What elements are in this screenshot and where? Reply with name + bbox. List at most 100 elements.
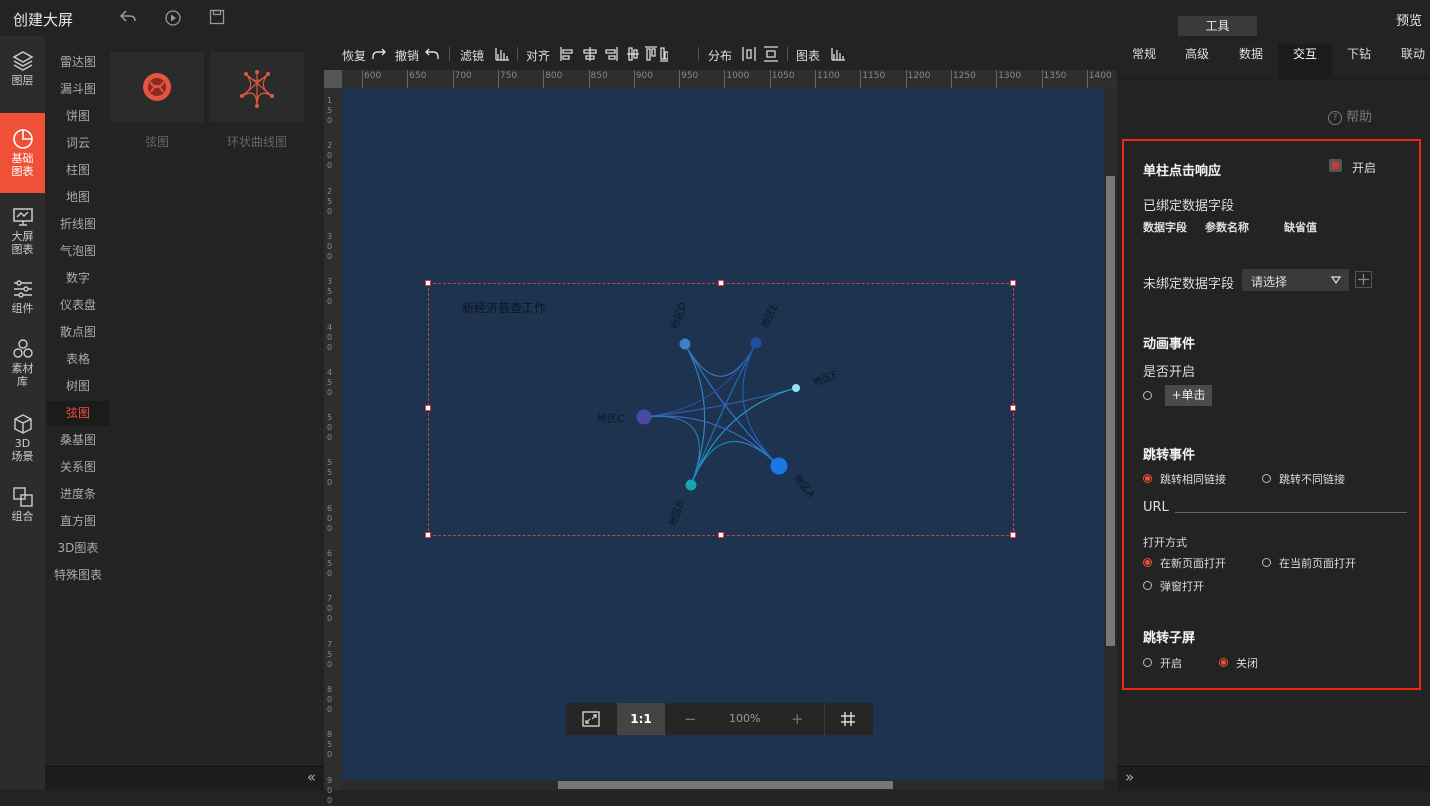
zoom-out-button[interactable]: −: [684, 710, 697, 728]
category-item[interactable]: 词云: [47, 131, 109, 156]
ruler-tick: 950: [681, 71, 699, 81]
tool-tab[interactable]: 工具: [1178, 16, 1257, 36]
align-button[interactable]: 对齐: [526, 47, 550, 64]
chord-diagram: 地区D 地区E 地区F 地区C 地区B 地区A: [597, 300, 839, 528]
rail-components[interactable]: 组件: [0, 278, 45, 315]
cube-icon: [13, 414, 32, 434]
panel-tab[interactable]: 高级: [1170, 44, 1224, 78]
category-item[interactable]: 进度条: [47, 482, 109, 507]
category-item[interactable]: 弦图: [47, 401, 109, 426]
undo-icon[interactable]: [424, 46, 440, 62]
sliders-icon: [13, 280, 32, 298]
category-item[interactable]: 气泡图: [47, 239, 109, 264]
ring-curve-thumbnail[interactable]: [210, 52, 304, 122]
rail-combine[interactable]: 组合: [0, 486, 45, 523]
chord-chart-widget[interactable]: 新经济普查工作 地区D 地区E 地区F 地区C 地区B 地区A: [425, 280, 1016, 538]
collapse-left-icon[interactable]: «: [307, 768, 316, 786]
ruler-tick: 1350: [1043, 71, 1067, 81]
rail-materials[interactable]: 素材库: [0, 338, 45, 388]
category-item[interactable]: 直方图: [47, 509, 109, 534]
category-item[interactable]: 仪表盘: [47, 293, 109, 318]
open-popup-radio[interactable]: [1143, 581, 1152, 590]
redo-icon[interactable]: [371, 46, 387, 62]
rail-basic-charts[interactable]: 基础图表: [0, 113, 45, 193]
play-icon[interactable]: [164, 9, 184, 27]
animation-radio[interactable]: [1143, 391, 1152, 400]
add-click-button[interactable]: +单击: [1165, 385, 1212, 406]
url-label: URL: [1143, 500, 1169, 515]
node-label: 地区A: [791, 472, 818, 501]
chord-thumbnail[interactable]: [110, 52, 204, 122]
rail-label: 大屏图表: [11, 230, 34, 256]
left-rail: 图层 基础图表 大屏图表 组件 素材库 3D场景 组合: [0, 36, 45, 790]
category-item[interactable]: 特殊图表: [47, 563, 109, 588]
redo-button[interactable]: 恢复: [342, 47, 366, 64]
grid-icon[interactable]: [841, 712, 855, 726]
filter-button[interactable]: 滤镜: [460, 47, 484, 64]
help-icon: ?: [1328, 110, 1342, 125]
panel-tab[interactable]: 联动: [1386, 44, 1430, 78]
horizontal-scroll-thumb[interactable]: [558, 781, 893, 789]
jump-event-title: 跳转事件: [1143, 448, 1196, 463]
jump-same-radio[interactable]: [1143, 474, 1152, 483]
chord-icon: [143, 73, 171, 101]
category-item[interactable]: 漏斗图: [47, 77, 109, 102]
ruler-tick: 800: [545, 71, 563, 81]
ruler-tick: 600: [327, 503, 333, 533]
category-item[interactable]: 树图: [47, 374, 109, 399]
undo-icon[interactable]: [119, 9, 139, 27]
field-select[interactable]: 请选择: [1242, 269, 1349, 291]
category-item[interactable]: 地图: [47, 185, 109, 210]
rail-layers[interactable]: 图层: [0, 50, 45, 87]
rail-screen-charts[interactable]: 大屏图表: [0, 206, 45, 256]
open-new-page-radio[interactable]: [1143, 558, 1152, 567]
ruler-tick: 1250: [952, 71, 976, 81]
category-item[interactable]: 散点图: [47, 320, 109, 345]
add-field-button[interactable]: [1355, 271, 1372, 288]
zoom-in-button[interactable]: +: [791, 710, 804, 728]
sub-screen-off-radio[interactable]: [1219, 658, 1228, 667]
undo-button[interactable]: 撤销: [395, 47, 419, 64]
open-new-page-label: 在新页面打开: [1160, 557, 1226, 570]
unbound-fields-label: 未绑定数据字段: [1143, 277, 1235, 292]
vertical-scroll-thumb[interactable]: [1106, 176, 1115, 646]
panel-tab[interactable]: 常规: [1117, 44, 1171, 78]
ruler-tick: 350: [327, 277, 333, 307]
category-item[interactable]: 桑基图: [47, 428, 109, 453]
jump-different-radio[interactable]: [1262, 474, 1271, 483]
ruler-tick: 900: [327, 775, 333, 805]
preview-button[interactable]: 预览: [1396, 10, 1422, 29]
panel-tab[interactable]: 数据: [1224, 44, 1278, 78]
panel-tab[interactable]: 交互: [1278, 44, 1332, 78]
distribute-button[interactable]: 分布: [708, 47, 732, 64]
sub-screen-on-radio[interactable]: [1143, 658, 1152, 667]
ratio-1-1-button[interactable]: 1:1: [617, 703, 665, 735]
ruler-tick: 1400: [1088, 71, 1112, 81]
ruler-tick: 750: [499, 71, 518, 81]
enable-checkbox[interactable]: [1329, 159, 1342, 172]
category-item[interactable]: 折线图: [47, 212, 109, 237]
open-current-page-radio[interactable]: [1262, 558, 1271, 567]
align-icons[interactable]: [560, 46, 668, 62]
category-item[interactable]: 饼图: [47, 104, 109, 129]
distribute-icons[interactable]: [742, 46, 782, 62]
category-item[interactable]: 数字: [47, 266, 109, 291]
save-icon[interactable]: [209, 9, 229, 27]
category-item[interactable]: 雷达图: [47, 50, 109, 75]
url-input[interactable]: [1175, 512, 1407, 513]
chart-button[interactable]: 图表: [796, 47, 820, 64]
category-item[interactable]: 柱图: [47, 158, 109, 183]
rail-3d-scene[interactable]: 3D场景: [0, 413, 45, 463]
bar-chart-icon[interactable]: [494, 46, 510, 62]
ruler-tick: 600: [364, 71, 382, 81]
collapse-right-icon[interactable]: »: [1125, 768, 1134, 786]
help-button[interactable]: ? 帮助: [1328, 106, 1372, 125]
node-label: 地区D: [668, 300, 690, 331]
category-item[interactable]: 关系图: [47, 455, 109, 480]
panel-tab[interactable]: 下钻: [1332, 44, 1386, 78]
category-item[interactable]: 表格: [47, 347, 109, 372]
ruler-tick: 850: [327, 730, 333, 760]
chart-icon[interactable]: [830, 46, 846, 62]
category-item[interactable]: 3D图表: [47, 536, 109, 561]
fit-screen-icon[interactable]: [582, 711, 600, 727]
